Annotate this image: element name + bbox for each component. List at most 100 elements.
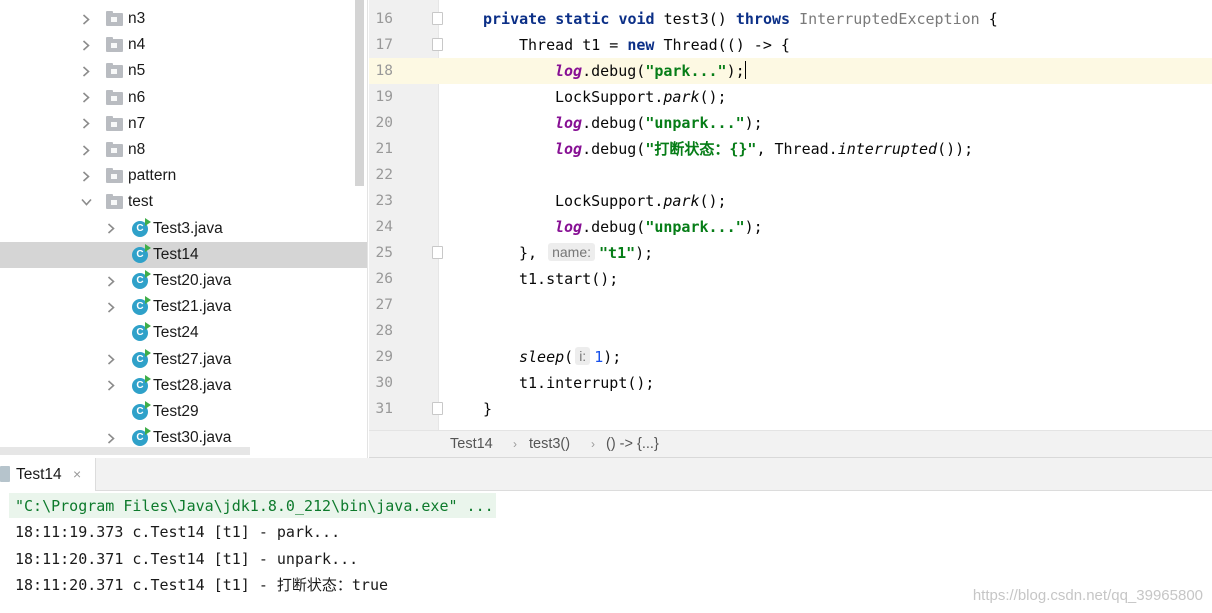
class-icon-letter: C [136, 248, 144, 260]
code-line-17: 17 Thread t1 = new Thread(() -> { [369, 32, 1212, 58]
code-line-22: 22 [369, 162, 1212, 188]
chevron-right-icon[interactable] [79, 111, 93, 137]
runnable-mark-icon [145, 322, 151, 331]
folder-icon [106, 11, 123, 26]
code-text: log.debug("打断状态：{}", Thread.interrupted(… [555, 140, 974, 158]
tree-item-n7[interactable]: n7 [0, 111, 367, 137]
line-number: 23 [375, 193, 393, 209]
line-number: 25 [375, 245, 393, 261]
project-tree: n3 n4 n5 n6 n7 n8 pattern test C Test3.java C Test1… [0, 0, 368, 458]
java-class-icon: C [132, 401, 151, 420]
line-number: 17 [375, 37, 393, 53]
run-console[interactable]: "C:\Program Files\Java\jdk1.8.0_212\bin\… [0, 491, 1212, 613]
runnable-mark-icon [145, 401, 151, 409]
code-text: log.debug("unpark..."); [555, 218, 763, 236]
console-command-line: "C:\Program Files\Java\jdk1.8.0_212\bin\… [15, 497, 494, 515]
chevron-right-icon[interactable] [79, 6, 93, 32]
tree-item-test27-java[interactable]: C Test27.java [0, 347, 367, 373]
tree-item-label: Test29 [153, 403, 199, 420]
chevron-right-icon[interactable] [79, 163, 93, 189]
chevron-right-icon[interactable] [79, 137, 93, 163]
chevron-right-icon[interactable] [104, 216, 118, 242]
chevron-right-icon[interactable] [104, 294, 118, 320]
line-number: 24 [375, 219, 393, 235]
tree-item-label: Test3.java [153, 219, 223, 237]
tree-item-test28-java[interactable]: C Test28.java [0, 373, 367, 399]
code-text: t1.interrupt(); [519, 374, 655, 392]
breadcrumb-item-lambda[interactable]: () -> {...} [606, 431, 659, 458]
tree-item-n8[interactable]: n8 [0, 137, 367, 163]
tree-item-n6[interactable]: n6 [0, 85, 367, 111]
code-line-18: 18 log.debug("park..."); [369, 58, 1212, 84]
tree-item-n4[interactable]: n4 [0, 32, 367, 58]
tree-item-label: Test14 [153, 245, 199, 263]
tree-item-label: n8 [128, 141, 146, 158]
tree-item-label: Test28.java [153, 376, 232, 394]
chevron-right-icon[interactable] [79, 85, 93, 111]
code-line-21: 21 log.debug("打断状态：{}", Thread.interrupt… [369, 136, 1212, 162]
line-number: 31 [375, 401, 393, 417]
chevron-right-icon[interactable] [104, 373, 118, 399]
code-editor[interactable]: 16 private static void test3() throws In… [369, 0, 1212, 430]
class-icon-letter: C [136, 406, 144, 417]
console-output-line: 18:11:20.371 c.Test14 [t1] - 打断状态：true [15, 576, 389, 594]
fold-icon[interactable] [432, 12, 443, 25]
run-config-icon [0, 466, 10, 482]
line-number: 29 [375, 349, 393, 365]
chevron-down-icon[interactable] [79, 189, 93, 215]
code-text: log.debug("park..."); [555, 61, 747, 80]
breadcrumb-separator-icon: › [513, 437, 517, 451]
tree-item-test14[interactable]: C Test14 [0, 241, 367, 268]
chevron-right-icon[interactable] [79, 32, 93, 58]
tree-item-test29[interactable]: C Test29 [0, 399, 367, 425]
code-line-24: 24 log.debug("unpark..."); [369, 214, 1212, 240]
text-caret [744, 61, 747, 79]
tree-item-label: Test27.java [153, 350, 232, 368]
tree-item-test3-java[interactable]: C Test3.java [0, 216, 367, 242]
tree-item-n5[interactable]: n5 [0, 58, 367, 84]
line-number: 16 [375, 11, 393, 27]
code-text: } [483, 400, 493, 418]
fold-icon[interactable] [432, 402, 443, 415]
runnable-mark-icon [145, 296, 151, 305]
chevron-right-icon[interactable] [79, 58, 93, 84]
console-output-line: 18:11:19.373 c.Test14 [t1] - park... [15, 523, 341, 541]
breadcrumb-item-class[interactable]: Test14 [450, 431, 493, 458]
code-line-26: 26 t1.start(); [369, 266, 1212, 292]
code-line-19: 19 LockSupport.park(); [369, 84, 1212, 110]
run-tab-test14[interactable]: Test14 × [0, 458, 96, 491]
tree-item-test21-java[interactable]: C Test21.java [0, 294, 367, 320]
runnable-mark-icon [145, 217, 151, 226]
line-number: 27 [375, 297, 393, 313]
chevron-right-icon[interactable] [104, 347, 118, 373]
line-number: 20 [375, 115, 393, 131]
folder-icon [106, 37, 123, 53]
watermark: https://blog.csdn.net/qq_39965800 [972, 587, 1203, 604]
folder-icon [106, 194, 123, 210]
close-icon[interactable]: × [73, 458, 81, 491]
java-class-icon: C [132, 427, 151, 447]
line-number: 30 [375, 375, 393, 391]
tree-item-label: n6 [128, 88, 146, 106]
breadcrumb-item-method[interactable]: test3() [529, 431, 570, 458]
chevron-right-icon[interactable] [104, 268, 118, 294]
tree-item-test[interactable]: test [0, 189, 367, 215]
java-class-icon: C [132, 374, 151, 394]
code-text: sleep(i: 1); [519, 347, 622, 366]
fold-icon[interactable] [432, 246, 443, 259]
tree-item-test20-java[interactable]: C Test20.java [0, 268, 367, 294]
tree-item-pattern[interactable]: pattern [0, 163, 367, 189]
class-icon-letter: C [136, 353, 144, 365]
tree-vertical-scrollbar[interactable] [355, 0, 364, 186]
code-text: }, name: "t1"); [519, 243, 654, 262]
code-line-29: 29 sleep(i: 1); [369, 344, 1212, 370]
run-tab-label: Test14 [16, 466, 62, 483]
fold-icon[interactable] [432, 38, 443, 51]
tree-item-n3[interactable]: n3 [0, 6, 367, 32]
tree-item-label: Test24 [153, 324, 199, 342]
code-text: LockSupport.park(); [555, 88, 727, 106]
class-icon-letter: C [136, 301, 144, 313]
java-class-icon: C [132, 322, 151, 342]
tree-horizontal-scrollbar[interactable] [0, 447, 250, 455]
tree-item-test24[interactable]: C Test24 [0, 320, 367, 346]
